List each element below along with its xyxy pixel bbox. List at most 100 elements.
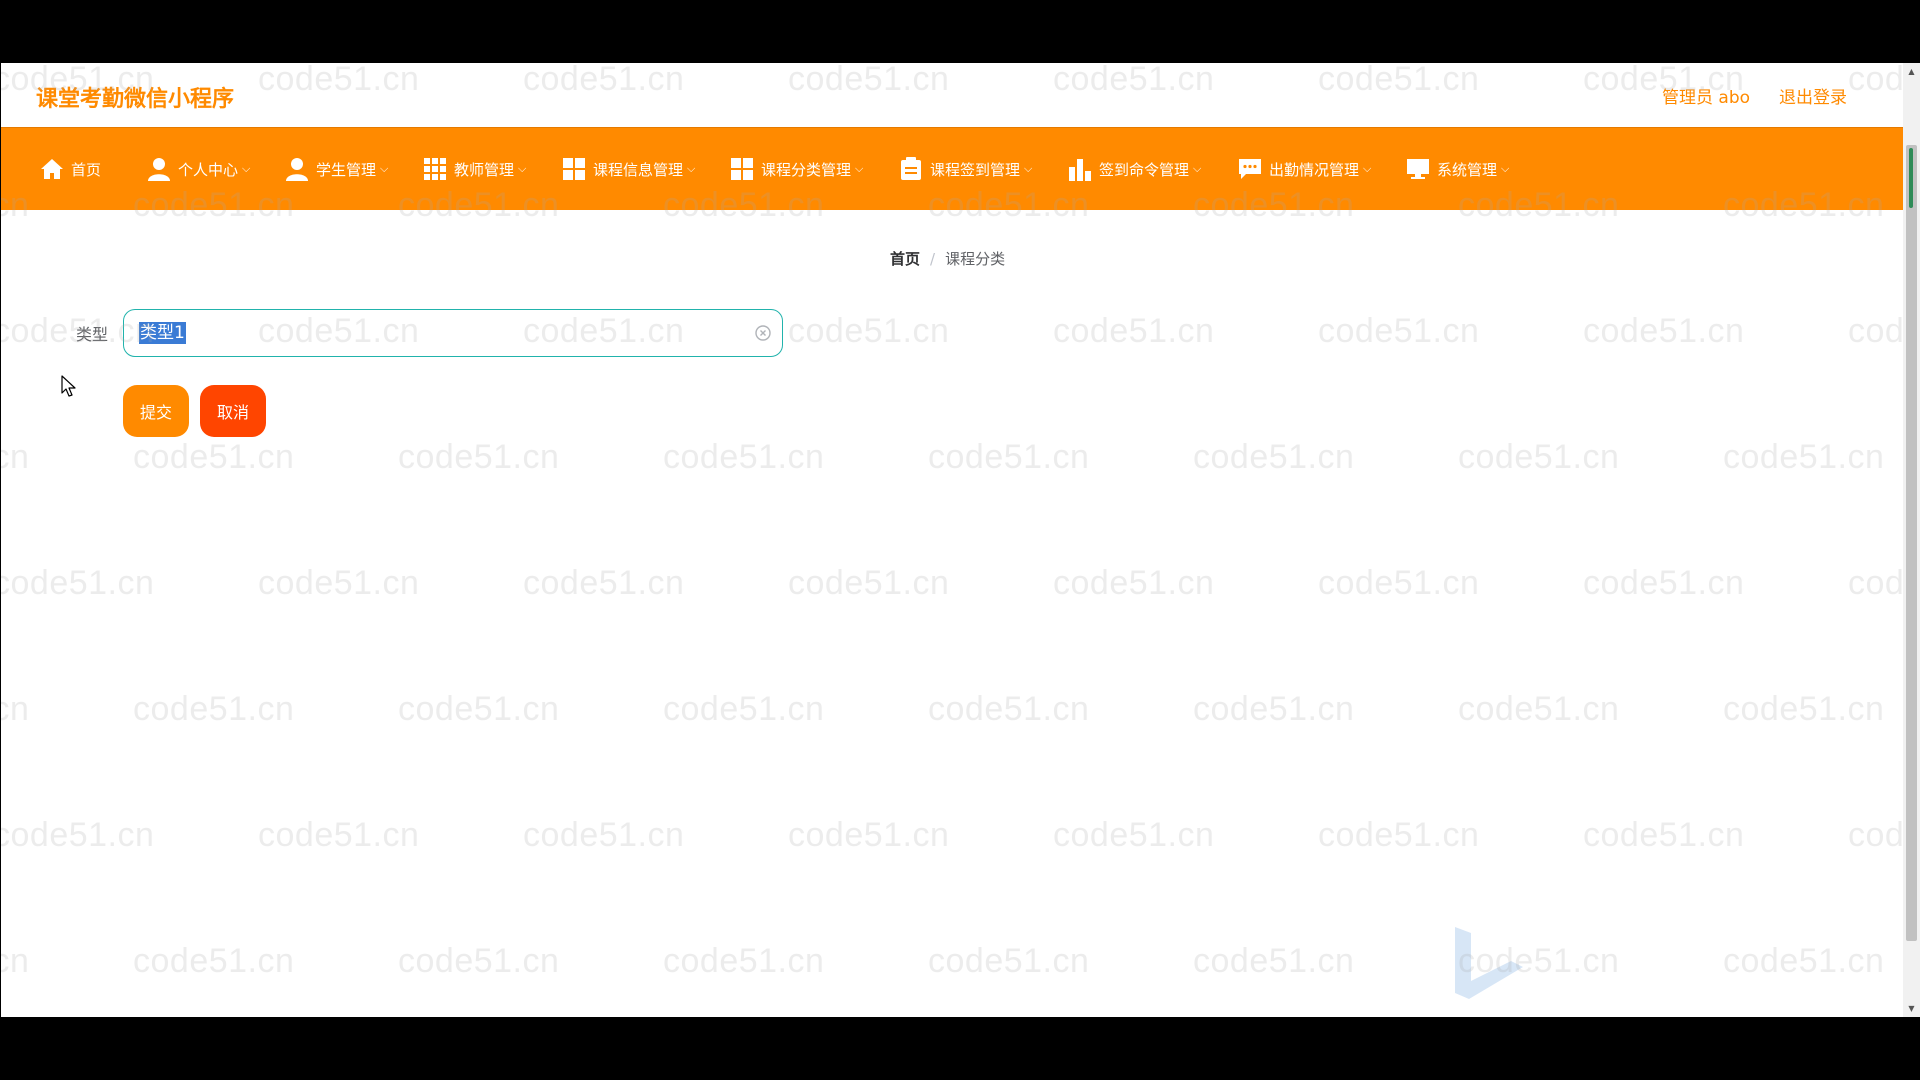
clear-icon[interactable] xyxy=(754,324,772,342)
nav-label: 课程签到管理 xyxy=(930,160,1021,179)
watermark-text: code51.cn xyxy=(1318,312,1480,350)
chevron-down-icon: ⌵ xyxy=(242,162,251,175)
chevron-down-icon: ⌵ xyxy=(1501,162,1510,175)
nav-label: 首页 xyxy=(71,160,102,179)
mouse-pointer-icon xyxy=(61,375,77,403)
nav-label: 学生管理 xyxy=(316,160,377,179)
monitor-icon xyxy=(1405,156,1431,182)
nav-item-attendance-management[interactable]: 出勤情况管理 ⌵ xyxy=(1237,128,1371,210)
watermark-text: code51.cn xyxy=(928,690,1090,728)
watermark-text: code51.cn xyxy=(1848,312,1903,350)
watermark-text: code51.cn xyxy=(1,564,155,602)
watermark-text: code51.cn xyxy=(1193,942,1355,980)
bar-chart-icon xyxy=(1067,156,1093,182)
watermark-text: code51.cn xyxy=(1318,816,1480,854)
watermark-text: code51.cn xyxy=(1,942,30,980)
watermark-text: code51.cn xyxy=(258,816,420,854)
chevron-down-icon: ⌵ xyxy=(380,162,389,175)
watermark-text: code51.cn xyxy=(1193,690,1355,728)
home-icon xyxy=(39,156,65,182)
watermark-text: code51.cn xyxy=(1723,690,1885,728)
current-user-label: 管理员 abo xyxy=(1662,88,1751,108)
watermark-text: code51.cn xyxy=(1053,564,1215,602)
scroll-down-icon[interactable]: ▼ xyxy=(1907,1004,1916,1013)
chevron-down-icon: ⌵ xyxy=(1193,162,1202,175)
nav-item-checkin-command-management[interactable]: 签到命令管理 ⌵ xyxy=(1067,128,1201,210)
chevron-down-icon: ⌵ xyxy=(1024,162,1033,175)
watermark-text: code51.cn xyxy=(258,564,420,602)
nav-label: 课程信息管理 xyxy=(593,160,684,179)
clipboard-icon xyxy=(898,156,924,182)
chevron-down-icon: ⌵ xyxy=(1363,162,1372,175)
type-input[interactable]: 类型1 xyxy=(123,309,783,357)
watermark-text: code51.cn xyxy=(1583,816,1745,854)
watermark-text: code51.cn xyxy=(1193,438,1355,476)
nav-label: 教师管理 xyxy=(454,160,515,179)
user-icon xyxy=(146,156,172,182)
nav-item-personal-center[interactable]: 个人中心 ⌵ xyxy=(146,128,250,210)
apps-icon xyxy=(561,156,587,182)
nav-label: 签到命令管理 xyxy=(1099,160,1190,179)
cancel-button[interactable]: 取消 xyxy=(200,385,266,437)
floating-logo-icon xyxy=(1449,923,1529,1003)
watermark-text: code51.cn xyxy=(398,690,560,728)
watermark-text: code51.cn xyxy=(1,438,30,476)
app-title: 课堂考勤微信小程序 xyxy=(36,87,235,112)
watermark-text: code51.cn xyxy=(663,438,825,476)
watermark-text: code51.cn xyxy=(1583,564,1745,602)
watermark-text: code51.cn xyxy=(133,942,295,980)
breadcrumb: 首页 / 课程分类 xyxy=(890,248,1005,269)
submit-button[interactable]: 提交 xyxy=(123,385,189,437)
watermark-text: code51.cn xyxy=(1458,438,1620,476)
scrollbar-thumb[interactable] xyxy=(1906,145,1917,941)
nav-item-system-management[interactable]: 系统管理 ⌵ xyxy=(1405,128,1509,210)
nav-label: 系统管理 xyxy=(1437,160,1498,179)
nav-item-course-category-management[interactable]: 课程分类管理 ⌵ xyxy=(729,128,863,210)
watermark-text: code51.cn xyxy=(788,564,950,602)
vertical-scrollbar[interactable]: ▲ ▼ xyxy=(1903,63,1920,1017)
nav-item-home[interactable]: 首页 xyxy=(39,128,101,210)
watermark-text: code51.cn xyxy=(788,312,950,350)
watermark-text: code51.cn xyxy=(1,816,155,854)
browser-viewport: 课堂考勤微信小程序 管理员 abo 退出登录 首页 个人中心 ⌵ 学生管理 ⌵ … xyxy=(1,63,1903,1017)
nav-label: 出勤情况管理 xyxy=(1269,160,1360,179)
nav-item-student-management[interactable]: 学生管理 ⌵ xyxy=(284,128,388,210)
scroll-up-icon[interactable]: ▲ xyxy=(1907,67,1916,76)
nav-item-course-checkin-management[interactable]: 课程签到管理 ⌵ xyxy=(898,128,1032,210)
watermark-text: code51.cn xyxy=(928,942,1090,980)
breadcrumb-home[interactable]: 首页 xyxy=(890,250,920,268)
watermark-text: code51.cn xyxy=(1723,942,1885,980)
chevron-down-icon: ⌵ xyxy=(518,162,527,175)
watermark-text: code51.cn xyxy=(663,942,825,980)
watermark-text: code51.cn xyxy=(1848,564,1903,602)
watermark-text: code51.cn xyxy=(663,690,825,728)
watermark-text: code51.cn xyxy=(1723,438,1885,476)
nav-label: 课程分类管理 xyxy=(761,160,852,179)
type-field-label: 类型 xyxy=(76,325,109,344)
watermark-text: code51.cn xyxy=(1458,690,1620,728)
logout-link[interactable]: 退出登录 xyxy=(1779,83,1847,108)
screen: 课堂考勤微信小程序 管理员 abo 退出登录 首页 个人中心 ⌵ 学生管理 ⌵ … xyxy=(0,0,1920,1080)
main-nav: 首页 个人中心 ⌵ 学生管理 ⌵ 教师管理 ⌵ 课程信息管理 ⌵ 课程分类管理 … xyxy=(1,127,1903,210)
chevron-down-icon: ⌵ xyxy=(855,162,864,175)
watermark-text: code51.cn xyxy=(523,816,685,854)
watermark-text: code51.cn xyxy=(1053,816,1215,854)
scrollbar-accent xyxy=(1909,148,1913,208)
watermark-text: code51.cn xyxy=(398,438,560,476)
watermark-text: code51.cn xyxy=(1318,564,1480,602)
nav-item-teacher-management[interactable]: 教师管理 ⌵ xyxy=(422,128,526,210)
top-header: 课堂考勤微信小程序 管理员 abo 退出登录 xyxy=(1,63,1903,127)
watermark-text: code51.cn xyxy=(1848,816,1903,854)
type-input-value[interactable]: 类型1 xyxy=(139,322,186,344)
watermark-text: code51.cn xyxy=(398,942,560,980)
watermark-text: code51.cn xyxy=(133,690,295,728)
nav-label: 个人中心 xyxy=(178,160,239,179)
nav-item-course-info-management[interactable]: 课程信息管理 ⌵ xyxy=(561,128,695,210)
grid-icon xyxy=(422,156,448,182)
message-icon xyxy=(1237,156,1263,182)
watermark-text: code51.cn xyxy=(1053,312,1215,350)
watermark-text: code51.cn xyxy=(523,564,685,602)
watermark-text: code51.cn xyxy=(1583,312,1745,350)
user-icon xyxy=(284,156,310,182)
watermark-text: code51.cn xyxy=(928,438,1090,476)
